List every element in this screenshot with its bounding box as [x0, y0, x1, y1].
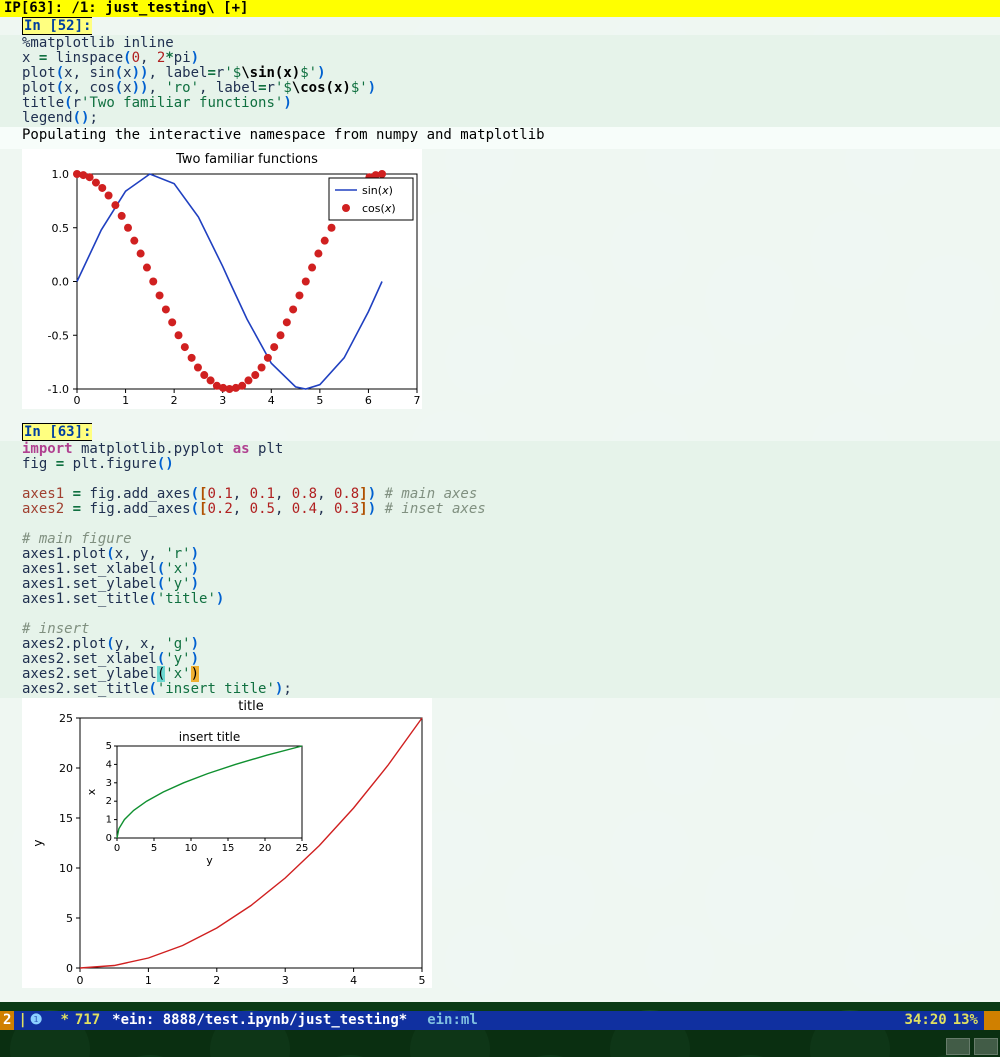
- svg-text:6: 6: [365, 394, 372, 407]
- svg-text:5: 5: [106, 741, 112, 752]
- chart-two-familiar-functions: Two familiar functions 0 1 2 3 4 5 6 7 -1.0 -0.5 0.…: [22, 149, 422, 409]
- modified-indicator: *: [60, 1011, 68, 1030]
- svg-text:y: y: [206, 854, 213, 867]
- svg-text:3: 3: [106, 778, 112, 789]
- svg-text:x: x: [85, 788, 98, 795]
- svg-text:0: 0: [77, 974, 84, 987]
- status-square: [946, 1038, 970, 1055]
- svg-text:1.0: 1.0: [52, 168, 70, 181]
- code-cell-52[interactable]: %matplotlib inlinex = linspace(0, 2*pi)p…: [0, 35, 1000, 127]
- svg-text:y: y: [31, 839, 45, 846]
- svg-text:1: 1: [106, 815, 112, 826]
- svg-text:3: 3: [282, 974, 289, 987]
- indicator-bar: |: [15, 1011, 29, 1030]
- scroll-percentage: 13%: [953, 1011, 978, 1030]
- svg-text:4: 4: [268, 394, 275, 407]
- svg-text:x: x: [247, 985, 254, 988]
- svg-text:5: 5: [316, 394, 323, 407]
- svg-text:0: 0: [114, 843, 120, 854]
- buffer-name[interactable]: *ein: 8888/test.ipynb/just_testing*: [112, 1011, 407, 1030]
- chart-title-with-inset: titlexy0123450510152025insert titleyx051…: [22, 698, 432, 988]
- svg-text:Two familiar functions: Two familiar functions: [175, 152, 318, 167]
- svg-text:10: 10: [185, 843, 198, 854]
- svg-text:0.5: 0.5: [52, 222, 70, 235]
- svg-text:0: 0: [74, 394, 81, 407]
- status-square: [974, 1038, 998, 1055]
- svg-text:5: 5: [66, 912, 73, 925]
- svg-text:2: 2: [171, 394, 178, 407]
- svg-text:0: 0: [106, 833, 112, 844]
- svg-text:-1.0: -1.0: [48, 383, 69, 396]
- modeline-cap: [984, 1011, 1000, 1030]
- svg-text:cos(x): cos(x): [362, 202, 396, 215]
- svg-text:title: title: [238, 699, 263, 714]
- svg-text:7: 7: [414, 394, 421, 407]
- window-number-badge: ❶: [30, 1011, 43, 1030]
- svg-text:5: 5: [151, 843, 157, 854]
- svg-text:0.0: 0.0: [52, 276, 70, 289]
- svg-text:-0.5: -0.5: [48, 329, 69, 342]
- svg-text:4: 4: [350, 974, 357, 987]
- svg-text:2: 2: [213, 974, 220, 987]
- code-cell-63[interactable]: import matplotlib.pyplot as pltfig = plt…: [0, 441, 1000, 698]
- minibuffer[interactable]: [0, 1030, 1000, 1057]
- cell-prompt-52[interactable]: In [52]:: [22, 17, 92, 35]
- line-number: 717: [75, 1011, 100, 1030]
- svg-text:15: 15: [222, 843, 235, 854]
- svg-text:20: 20: [59, 762, 73, 775]
- svg-text:25: 25: [296, 843, 309, 854]
- svg-text:3: 3: [219, 394, 226, 407]
- svg-text:15: 15: [59, 812, 73, 825]
- major-mode: ein:ml: [427, 1011, 478, 1030]
- frame-title-bar: IP[63]: /1: just_testing\ [+]: [0, 0, 1000, 17]
- svg-text:10: 10: [59, 862, 73, 875]
- svg-text:2: 2: [106, 796, 112, 807]
- svg-text:1: 1: [122, 394, 129, 407]
- svg-text:0: 0: [66, 962, 73, 975]
- cell-52-stdout: Populating the interactive namespace fro…: [0, 127, 1000, 149]
- cursor-position: 34:20: [905, 1011, 947, 1030]
- mode-line: 2 | ❶ * 717 *ein: 8888/test.ipynb/just_t…: [0, 1011, 1000, 1030]
- svg-text:sin(x): sin(x): [362, 184, 393, 197]
- notebook-content: In [52]: %matplotlib inlinex = linspace(…: [0, 17, 1000, 1002]
- svg-text:insert title: insert title: [179, 730, 241, 744]
- cell-prompt-63[interactable]: In [63]:: [22, 423, 92, 441]
- svg-text:25: 25: [59, 712, 73, 725]
- svg-text:1: 1: [145, 974, 152, 987]
- workspace-badge: 2: [0, 1011, 14, 1030]
- svg-text:4: 4: [106, 759, 112, 770]
- svg-text:20: 20: [259, 843, 272, 854]
- svg-text:5: 5: [419, 974, 426, 987]
